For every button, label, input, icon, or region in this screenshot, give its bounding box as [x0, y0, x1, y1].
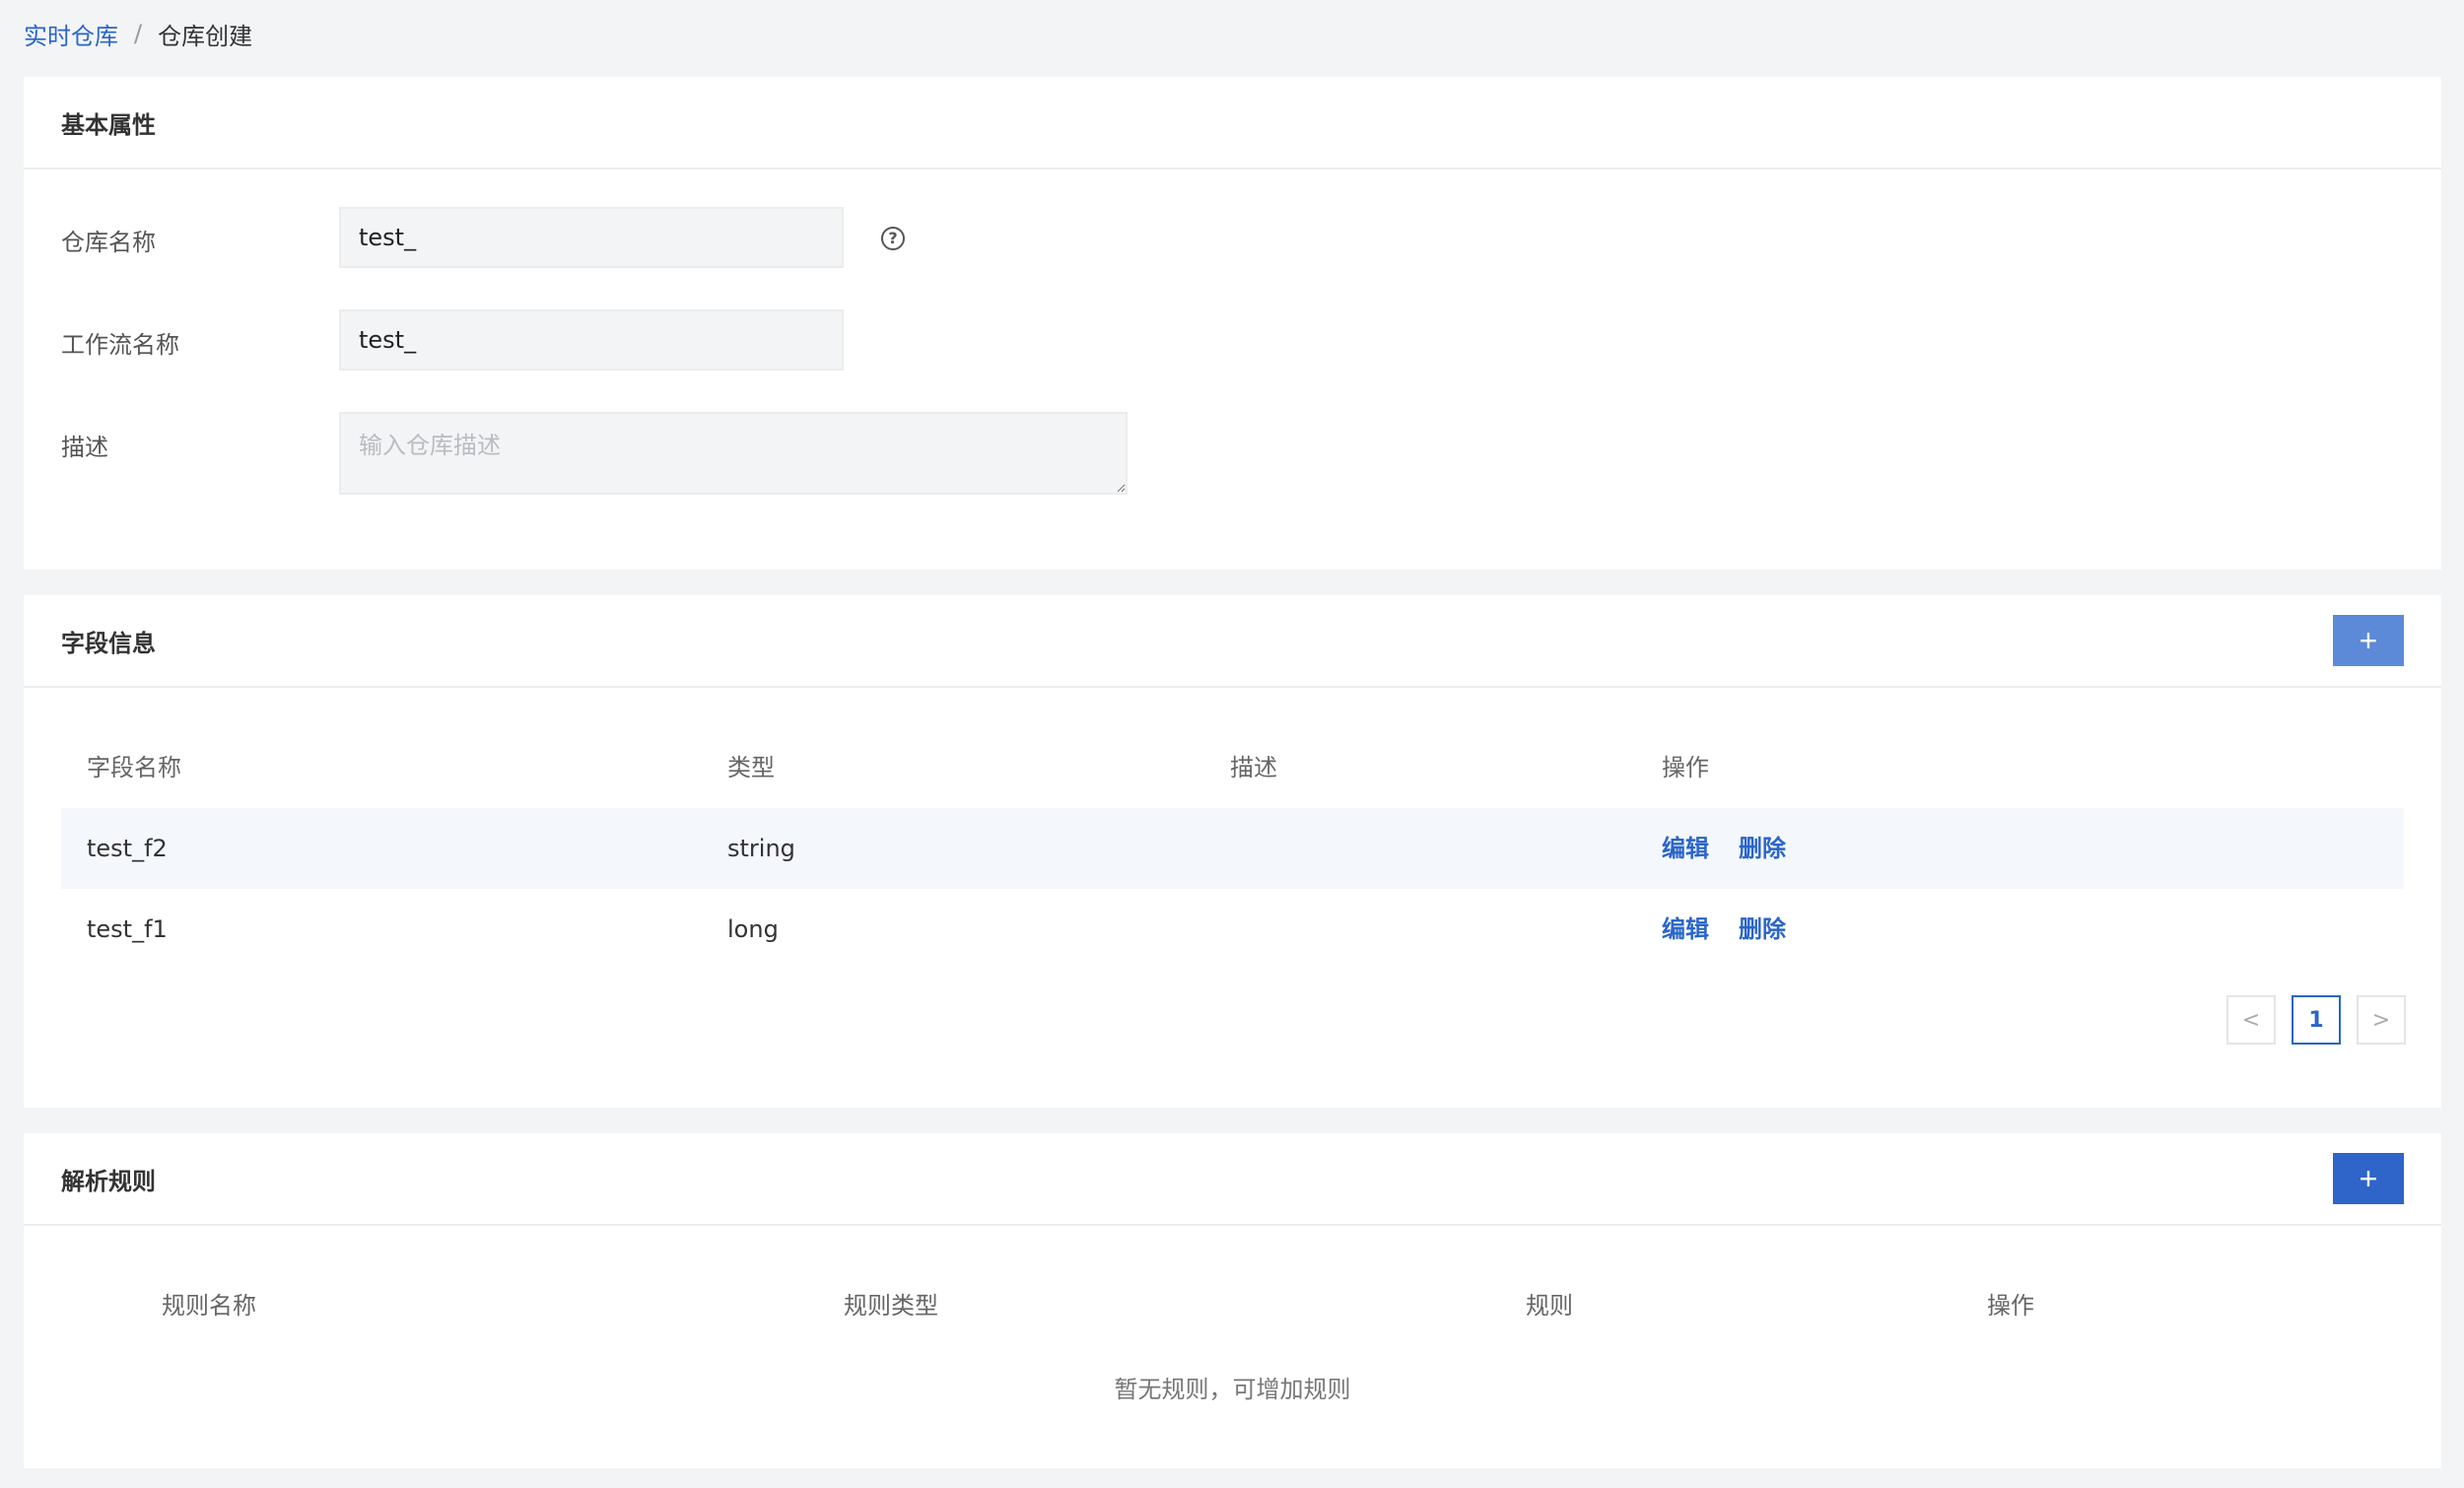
description-label: 描述 [61, 434, 108, 461]
field-info-header: 字段信息 + [24, 595, 2441, 688]
column-type: 类型 [727, 754, 775, 781]
column-rule-actions: 操作 [1987, 1292, 2034, 1319]
pagination: < 1 > [2226, 995, 2406, 1045]
delete-link[interactable]: 删除 [1739, 835, 1786, 862]
field-name-cell: test_f1 [87, 915, 168, 943]
edit-link[interactable]: 编辑 [1662, 835, 1709, 862]
parse-rules-header: 解析规则 + [24, 1133, 2441, 1226]
field-info-title: 字段信息 [61, 629, 156, 657]
next-page-button[interactable]: > [2357, 995, 2406, 1045]
warehouse-name-label: 仓库名称 [61, 229, 156, 256]
table-row: test_f1 long 编辑 删除 [61, 889, 2404, 970]
question-circle-icon[interactable]: ? [881, 227, 905, 250]
breadcrumb-parent-link[interactable]: 实时仓库 [24, 17, 118, 51]
column-rule-type: 规则类型 [844, 1292, 938, 1319]
basic-properties-card: 基本属性 仓库名称 ? 工作流名称 描述 [24, 77, 2441, 570]
edit-link[interactable]: 编辑 [1662, 915, 1709, 943]
add-field-button[interactable]: + [2333, 615, 2404, 666]
column-rule: 规则 [1526, 1292, 1573, 1319]
table-row: test_f2 string 编辑 删除 [61, 808, 2404, 889]
field-type-cell: string [727, 835, 795, 862]
add-rule-button[interactable]: + [2333, 1153, 2404, 1204]
basic-properties-title: 基本属性 [61, 110, 156, 139]
field-actions-cell: 编辑 删除 [1662, 808, 1815, 889]
prev-page-button[interactable]: < [2226, 995, 2276, 1045]
field-name-cell: test_f2 [87, 835, 168, 862]
column-actions: 操作 [1662, 754, 1709, 781]
basic-properties-header: 基本属性 [24, 77, 2441, 169]
breadcrumb-current: 仓库创建 [158, 22, 253, 50]
column-description: 描述 [1230, 754, 1277, 781]
field-info-card: 字段信息 + 字段名称 类型 描述 操作 test_f2 string 编辑 删除… [24, 595, 2441, 1108]
field-type-cell: long [727, 915, 779, 943]
workflow-name-input[interactable] [339, 309, 844, 371]
empty-rules-message: 暂无规则，可增加规则 [1114, 1376, 1351, 1403]
workflow-name-label: 工作流名称 [61, 331, 179, 359]
breadcrumb-separator: / [134, 20, 143, 47]
description-textarea[interactable] [339, 412, 1128, 495]
parse-rules-card: 解析规则 + 规则名称 规则类型 规则 操作 暂无规则，可增加规则 [24, 1133, 2441, 1468]
breadcrumb: 实时仓库 / 仓库创建 [24, 14, 252, 53]
warehouse-name-input[interactable] [339, 207, 844, 268]
delete-link[interactable]: 删除 [1739, 915, 1786, 943]
field-table-header: 字段名称 类型 描述 操作 [61, 727, 2404, 808]
column-field-name: 字段名称 [87, 754, 181, 781]
parse-rules-title: 解析规则 [61, 1167, 156, 1195]
rule-table-header: 规则名称 规则类型 规则 操作 [61, 1265, 2404, 1346]
column-rule-name: 规则名称 [162, 1292, 256, 1319]
field-actions-cell: 编辑 删除 [1662, 889, 1815, 970]
page-1-button[interactable]: 1 [2292, 995, 2341, 1045]
